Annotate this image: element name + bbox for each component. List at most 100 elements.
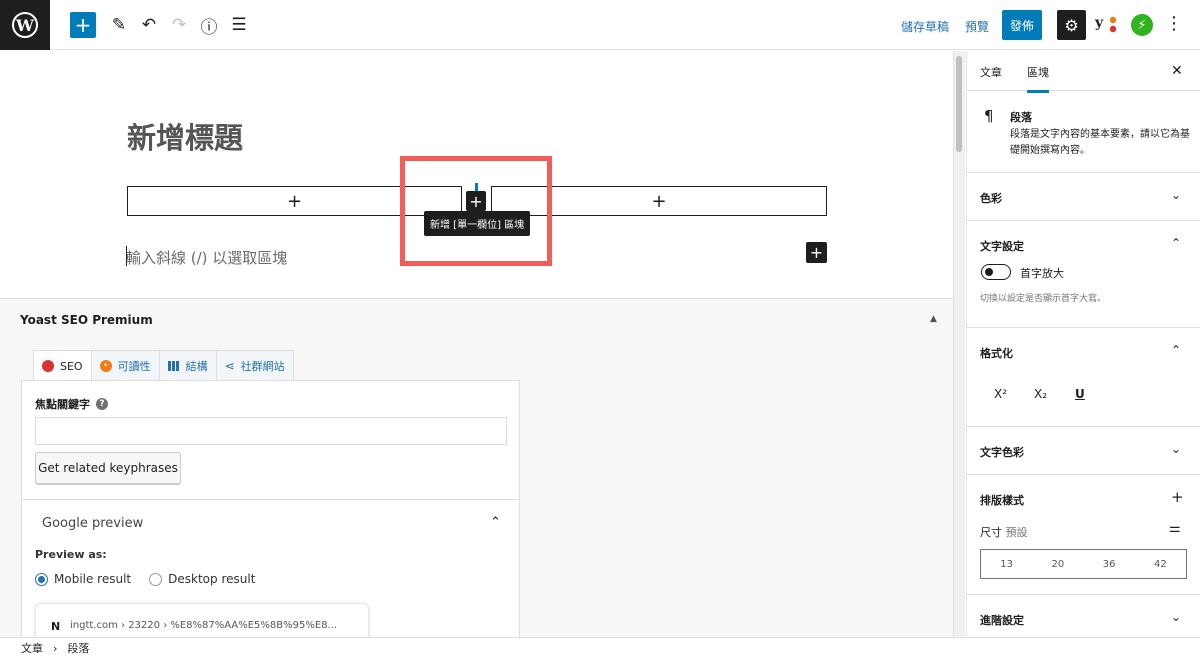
drop-cap-toggle[interactable] bbox=[981, 264, 1011, 280]
chevron-down-icon: ⌄ bbox=[1171, 442, 1182, 456]
editor-scrollbar-thumb[interactable] bbox=[956, 56, 962, 152]
wordpress-logo-icon: W bbox=[12, 12, 38, 38]
panel-text-color[interactable]: 文字色彩 ⌄ bbox=[967, 427, 1200, 475]
sidebar-tabs: 文章 區塊 ✕ bbox=[967, 51, 1200, 93]
drop-cap-label[interactable]: 首字放大 bbox=[1020, 265, 1064, 281]
subscript-button[interactable]: X₂ bbox=[1034, 387, 1047, 401]
meta-box-collapse-icon[interactable]: ▲ bbox=[930, 314, 937, 324]
more-options-icon[interactable]: ⋮ bbox=[1165, 13, 1183, 34]
google-preview-title[interactable]: Google preview bbox=[42, 516, 143, 531]
preview-button[interactable]: 預覽 bbox=[965, 18, 989, 35]
tab-social-label: 社群網站 bbox=[240, 359, 285, 373]
undo-icon[interactable]: ↶ bbox=[136, 12, 162, 38]
focus-keyphrase-input[interactable] bbox=[35, 417, 507, 445]
drop-cap-help: 切換以設定是否顯示首字大寫。 bbox=[980, 294, 1107, 304]
site-favicon-icon: N bbox=[51, 620, 61, 633]
wordpress-logo-button[interactable]: W bbox=[0, 0, 50, 50]
annotation-highlight-box bbox=[400, 156, 552, 266]
font-size-option[interactable]: 36 bbox=[1103, 559, 1116, 570]
panel-color[interactable]: 色彩 ⌄ bbox=[967, 173, 1200, 221]
focus-keyphrase-label: 焦點關鍵字 ? bbox=[35, 396, 108, 412]
font-size-label: 尺寸 預設 bbox=[980, 524, 1028, 540]
chevron-down-icon: ⌄ bbox=[1171, 610, 1182, 624]
chevron-up-icon[interactable]: ⌃ bbox=[1171, 236, 1181, 250]
panel-color-title: 色彩 bbox=[980, 192, 1002, 205]
seo-status-icon bbox=[42, 360, 54, 372]
font-size-picker: 13 20 36 42 bbox=[980, 549, 1187, 579]
preview-as-label: Preview as: bbox=[35, 548, 107, 561]
redo-icon[interactable]: ↷ bbox=[166, 12, 192, 38]
readability-icon: • bbox=[99, 359, 112, 372]
list-view-icon[interactable]: ☰ bbox=[226, 12, 252, 38]
jetpack-icon[interactable]: ⚡ bbox=[1131, 14, 1153, 36]
font-size-option[interactable]: 42 bbox=[1154, 559, 1167, 570]
close-icon[interactable]: ✕ bbox=[1171, 63, 1183, 79]
yoast-icon[interactable]: y bbox=[1095, 15, 1103, 31]
tab-schema[interactable]: 結構 bbox=[158, 350, 217, 380]
block-card: ¶ 段落 段落是文字內容的基本要素，請以它為基礎開始撰寫內容。 bbox=[967, 91, 1200, 173]
schema-grid-icon bbox=[167, 360, 180, 371]
preview-mode-radios: Mobile result Desktop result bbox=[35, 572, 255, 586]
panel-advanced-title: 進階設定 bbox=[980, 614, 1024, 627]
paragraph-icon: ¶ bbox=[984, 107, 994, 125]
editor-toolbar: W + ✎ ↶ ↷ ⓘ ☰ 儲存草稿 預覽 發佈 ⚙ y ⚡ ⋮ bbox=[0, 0, 1200, 50]
superscript-button[interactable]: X² bbox=[994, 387, 1007, 401]
block-description: 段落是文字內容的基本要素，請以它為基礎開始撰寫內容。 bbox=[1010, 129, 1190, 156]
mobile-result-label[interactable]: Mobile result bbox=[54, 572, 131, 586]
desktop-result-label[interactable]: Desktop result bbox=[168, 572, 255, 586]
custom-size-sliders-icon[interactable]: ⚌ bbox=[1169, 521, 1181, 536]
panel-text-color-title: 文字色彩 bbox=[980, 446, 1024, 459]
yoast-meta-box-title: Yoast SEO Premium bbox=[20, 313, 153, 327]
plus-icon[interactable]: + bbox=[1171, 488, 1184, 506]
panel-styles-title: 排版樣式 bbox=[980, 494, 1024, 507]
breadcrumb-item-post[interactable]: 文章 bbox=[21, 640, 43, 656]
panel-advanced[interactable]: 進階設定 ⌄ bbox=[967, 595, 1200, 643]
mobile-result-radio[interactable] bbox=[35, 572, 48, 586]
font-size-option[interactable]: 13 bbox=[1000, 559, 1013, 570]
breadcrumb-item-paragraph[interactable]: 段落 bbox=[67, 640, 89, 656]
paragraph-placeholder[interactable]: 輸入斜線 (/) 以選取區塊 bbox=[126, 247, 287, 268]
editor-canvas: 新增標題 + + + 新增 [單一欄位] 區塊 輸入斜線 (/) 以選取區塊 +… bbox=[0, 51, 953, 637]
serp-url: ingtt.com › 23220 › %E8%87%AA%E5%8B%95%E… bbox=[70, 620, 338, 631]
get-related-keyphrases-button[interactable]: Get related keyphrases bbox=[35, 452, 181, 484]
details-info-icon[interactable]: ⓘ bbox=[196, 12, 222, 38]
breadcrumb-separator-icon: › bbox=[53, 641, 58, 655]
yoast-status-dots-icon bbox=[1109, 16, 1117, 33]
inline-block-inserter-button[interactable]: + bbox=[806, 242, 827, 263]
panel-typography-title[interactable]: 文字設定 bbox=[980, 238, 1024, 254]
focus-keyphrase-text: 焦點關鍵字 bbox=[35, 398, 90, 411]
font-size-current: 預設 bbox=[1005, 526, 1028, 539]
panel-formatting-title[interactable]: 格式化 bbox=[980, 345, 1013, 361]
publish-button[interactable]: 發佈 bbox=[1002, 10, 1042, 40]
yoast-tabs: SEO • 可讀性 結構 ⋖ 社群網站 bbox=[33, 350, 294, 381]
tab-seo[interactable]: SEO bbox=[33, 350, 92, 381]
chevron-up-icon[interactable]: ⌃ bbox=[1171, 343, 1181, 357]
share-icon: ⋖ bbox=[224, 358, 235, 373]
edit-tools-icon[interactable]: ✎ bbox=[106, 12, 132, 38]
chevron-down-icon: ⌄ bbox=[1171, 188, 1182, 202]
settings-sidebar: 文章 區塊 ✕ ¶ 段落 段落是文字內容的基本要素，請以它為基礎開始撰寫內容。 … bbox=[966, 51, 1200, 637]
block-name: 段落 bbox=[1010, 111, 1032, 124]
tab-block[interactable]: 區塊 bbox=[1027, 64, 1049, 93]
tab-post[interactable]: 文章 bbox=[980, 64, 1002, 80]
underline-button[interactable]: U bbox=[1075, 387, 1085, 401]
help-icon[interactable]: ? bbox=[96, 398, 108, 410]
block-breadcrumb: 文章 › 段落 bbox=[0, 637, 1200, 658]
tab-seo-label: SEO bbox=[60, 359, 83, 373]
google-serp-preview-card[interactable]: N ingtt.com › 23220 › %E8%87%AA%E5%8B%95… bbox=[35, 603, 369, 637]
tab-social[interactable]: ⋖ 社群網站 bbox=[215, 350, 294, 380]
tab-schema-label: 結構 bbox=[185, 359, 208, 373]
save-draft-button[interactable]: 儲存草稿 bbox=[901, 18, 949, 35]
font-size-option[interactable]: 20 bbox=[1052, 559, 1065, 570]
tab-readability[interactable]: • 可讀性 bbox=[90, 350, 160, 380]
settings-gear-icon[interactable]: ⚙ bbox=[1057, 10, 1086, 40]
yoast-meta-box: Yoast SEO Premium ▲ SEO • 可讀性 結構 ⋖ 社群網站 … bbox=[0, 298, 953, 637]
post-title-field[interactable]: 新增標題 bbox=[127, 115, 243, 157]
chevron-up-icon[interactable]: ⌃ bbox=[490, 515, 501, 530]
divider bbox=[22, 499, 519, 500]
desktop-result-radio[interactable] bbox=[149, 572, 163, 586]
block-inserter-button[interactable]: + bbox=[70, 12, 96, 38]
font-size-label-text: 尺寸 bbox=[980, 526, 1002, 539]
panel-formatting: 格式化 ⌃ bbox=[967, 328, 1200, 427]
seo-tab-panel: 焦點關鍵字 ? Get related keyphrases Google pr… bbox=[21, 380, 520, 637]
